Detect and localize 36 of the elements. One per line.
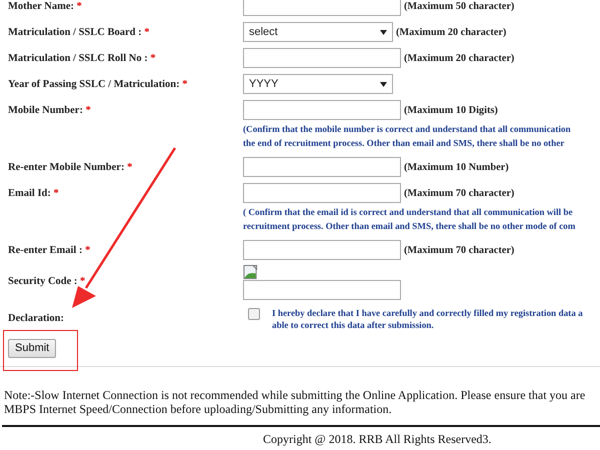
field-label: Re-enter Email : * xyxy=(8,244,90,256)
field-label: Mobile Number: * xyxy=(8,104,91,116)
field-label: Year of Passing SSLC / Matriculation: * xyxy=(8,78,188,90)
field-label: Email Id: * xyxy=(8,188,59,198)
input-field[interactable] xyxy=(243,280,401,300)
field-hint: (Maximum 10 Number) xyxy=(404,162,509,172)
input-field[interactable] xyxy=(243,157,401,177)
notice-text: ( Confirm that the email id is correct and understand that all communication will be recruitment process. Other than email and SMS, there shall be no other mode of com xyxy=(243,206,576,233)
caret-icon xyxy=(380,82,387,86)
field-label: Matriculation / SSLC Roll No : * xyxy=(8,52,156,64)
broken-image-icon xyxy=(243,265,259,280)
dropdown[interactable]: select xyxy=(243,22,393,42)
notice-text: (Confirm that the mobile number is correct and understand that all communication the end of recruitment process. Other than email and SMS, there shall be no other xyxy=(243,123,571,150)
note-text: Note:-Slow Internet Connection is not recommended while submitting the Online Application. Please ensure that you are MBPS Internet Speed/Connection before uploading/Submitting any information. xyxy=(3,387,586,416)
field-label: Declaration: xyxy=(8,313,64,324)
input-field[interactable] xyxy=(243,100,401,120)
field-hint: (Maximum 20 character) xyxy=(396,26,506,38)
field-label: Mother Name: * xyxy=(8,0,82,12)
copyright-text: Copyright @ 2018. RRB All Rights Reserved3. xyxy=(262,431,492,446)
dropdown[interactable]: YYYY xyxy=(243,74,393,94)
declaration-text: I hereby declare that I have carefully and correctly filled my registration data a able to correct this data after submission. xyxy=(272,307,583,331)
field-hint: (Maximum 20 character) xyxy=(404,52,514,64)
input-field[interactable] xyxy=(243,48,401,68)
field-hint: (Maximum 70 character) xyxy=(404,244,514,256)
input-field[interactable] xyxy=(243,0,401,16)
field-hint: (Maximum 10 Digits) xyxy=(404,104,498,116)
caret-icon xyxy=(380,30,387,34)
input-field[interactable] xyxy=(243,240,401,260)
field-hint: (Maximum 50 character) xyxy=(404,0,514,12)
field-label: Matriculation / SSLC Board : * xyxy=(8,26,150,38)
field-label: Re-enter Mobile Number: * xyxy=(8,162,132,172)
field-label: Security Code : * xyxy=(8,276,86,287)
checkbox[interactable] xyxy=(248,308,260,320)
input-field[interactable] xyxy=(243,183,401,203)
submit-button[interactable]: Submit xyxy=(8,338,56,358)
field-hint: (Maximum 70 character) xyxy=(404,188,514,198)
